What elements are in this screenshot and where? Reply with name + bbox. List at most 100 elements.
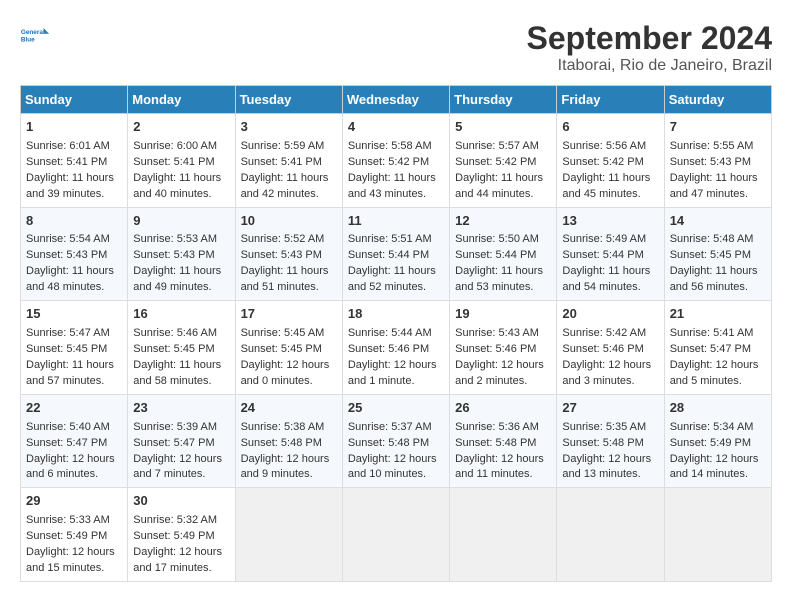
month-title: September 2024 <box>527 20 772 57</box>
col-sunday: Sunday <box>21 86 128 114</box>
sunrise-text: Sunrise: 5:58 AM <box>348 140 432 152</box>
sunset-text: Sunset: 5:46 PM <box>562 343 643 355</box>
sunrise-text: Sunrise: 6:01 AM <box>26 140 110 152</box>
daylight-text: Daylight: 12 hours and 13 minutes. <box>562 453 651 481</box>
sunset-text: Sunset: 5:49 PM <box>26 530 107 542</box>
daylight-text: Daylight: 11 hours and 58 minutes. <box>133 359 221 387</box>
sunset-text: Sunset: 5:48 PM <box>241 437 322 449</box>
calendar-cell: 3Sunrise: 5:59 AMSunset: 5:41 PMDaylight… <box>235 114 342 208</box>
calendar-cell: 16Sunrise: 5:46 AMSunset: 5:45 PMDayligh… <box>128 301 235 395</box>
sunset-text: Sunset: 5:43 PM <box>133 249 214 261</box>
sunset-text: Sunset: 5:44 PM <box>348 249 429 261</box>
sunset-text: Sunset: 5:42 PM <box>455 156 536 168</box>
sunset-text: Sunset: 5:45 PM <box>26 343 107 355</box>
day-number: 28 <box>670 399 766 418</box>
day-number: 4 <box>348 118 444 137</box>
calendar-cell: 19Sunrise: 5:43 AMSunset: 5:46 PMDayligh… <box>450 301 557 395</box>
col-saturday: Saturday <box>664 86 771 114</box>
daylight-text: Daylight: 11 hours and 43 minutes. <box>348 172 436 200</box>
sunrise-text: Sunrise: 5:49 AM <box>562 233 646 245</box>
day-number: 27 <box>562 399 658 418</box>
sunset-text: Sunset: 5:47 PM <box>26 437 107 449</box>
sunrise-text: Sunrise: 5:51 AM <box>348 233 432 245</box>
daylight-text: Daylight: 12 hours and 6 minutes. <box>26 453 115 481</box>
calendar-week-row: 22 Sunrise: 5:40 AM Sunset: 5:47 PM Dayligh… <box>21 394 772 488</box>
calendar-cell: 2Sunrise: 6:00 AMSunset: 5:41 PMDaylight… <box>128 114 235 208</box>
calendar-table: Sunday Monday Tuesday Wednesday Thursday… <box>20 85 772 582</box>
day-number: 24 <box>241 399 337 418</box>
daylight-text: Daylight: 12 hours and 14 minutes. <box>670 453 759 481</box>
day-number: 3 <box>241 118 337 137</box>
logo: GeneralBlue <box>20 20 50 50</box>
sunset-text: Sunset: 5:46 PM <box>348 343 429 355</box>
daylight-text: Daylight: 12 hours and 0 minutes. <box>241 359 330 387</box>
sunrise-text: Sunrise: 5:56 AM <box>562 140 646 152</box>
day-number: 23 <box>133 399 229 418</box>
sunrise-text: Sunrise: 5:52 AM <box>241 233 325 245</box>
calendar-cell: 7Sunrise: 5:55 AMSunset: 5:43 PMDaylight… <box>664 114 771 208</box>
day-number: 20 <box>562 305 658 324</box>
calendar-cell: 11Sunrise: 5:51 AMSunset: 5:44 PMDayligh… <box>342 207 449 301</box>
sunrise-text: Sunrise: 5:39 AM <box>133 421 217 433</box>
day-number: 6 <box>562 118 658 137</box>
day-number: 12 <box>455 212 551 231</box>
sunrise-text: Sunrise: 5:36 AM <box>455 421 539 433</box>
sunrise-text: Sunrise: 5:35 AM <box>562 421 646 433</box>
sunrise-text: Sunrise: 5:57 AM <box>455 140 539 152</box>
day-number: 17 <box>241 305 337 324</box>
sunrise-text: Sunrise: 5:50 AM <box>455 233 539 245</box>
calendar-cell: 18Sunrise: 5:44 AMSunset: 5:46 PMDayligh… <box>342 301 449 395</box>
col-tuesday: Tuesday <box>235 86 342 114</box>
sunset-text: Sunset: 5:41 PM <box>26 156 107 168</box>
calendar-cell: 8Sunrise: 5:54 AMSunset: 5:43 PMDaylight… <box>21 207 128 301</box>
day-number: 14 <box>670 212 766 231</box>
sunrise-text: Sunrise: 5:46 AM <box>133 327 217 339</box>
sunset-text: Sunset: 5:43 PM <box>670 156 751 168</box>
sunrise-text: Sunrise: 5:40 AM <box>26 421 110 433</box>
sunset-text: Sunset: 5:48 PM <box>348 437 429 449</box>
sunrise-text: Sunrise: 5:42 AM <box>562 327 646 339</box>
day-number: 19 <box>455 305 551 324</box>
calendar-cell: 21Sunrise: 5:41 AMSunset: 5:47 PMDayligh… <box>664 301 771 395</box>
day-number: 29 <box>26 492 122 511</box>
calendar-cell <box>450 488 557 582</box>
calendar-cell: 6Sunrise: 5:56 AMSunset: 5:42 PMDaylight… <box>557 114 664 208</box>
calendar-cell: 24Sunrise: 5:38 AMSunset: 5:48 PMDayligh… <box>235 394 342 488</box>
day-number: 11 <box>348 212 444 231</box>
sunset-text: Sunset: 5:47 PM <box>133 437 214 449</box>
daylight-text: Daylight: 11 hours and 57 minutes. <box>26 359 114 387</box>
sunset-text: Sunset: 5:46 PM <box>455 343 536 355</box>
calendar-cell: 26Sunrise: 5:36 AMSunset: 5:48 PMDayligh… <box>450 394 557 488</box>
sunrise-text: Sunrise: 5:55 AM <box>670 140 754 152</box>
day-number: 16 <box>133 305 229 324</box>
svg-text:General: General <box>21 29 45 36</box>
daylight-text: Daylight: 11 hours and 49 minutes. <box>133 265 221 293</box>
calendar-week-row: 1Sunrise: 6:01 AMSunset: 5:41 PMDaylight… <box>21 114 772 208</box>
sunrise-text: Sunrise: 6:00 AM <box>133 140 217 152</box>
calendar-cell: 17Sunrise: 5:45 AMSunset: 5:45 PMDayligh… <box>235 301 342 395</box>
daylight-text: Daylight: 11 hours and 54 minutes. <box>562 265 650 293</box>
daylight-text: Daylight: 11 hours and 47 minutes. <box>670 172 758 200</box>
day-number: 22 <box>26 399 122 418</box>
daylight-text: Daylight: 12 hours and 3 minutes. <box>562 359 651 387</box>
sunset-text: Sunset: 5:45 PM <box>241 343 322 355</box>
calendar-cell: 5Sunrise: 5:57 AMSunset: 5:42 PMDaylight… <box>450 114 557 208</box>
sunset-text: Sunset: 5:49 PM <box>670 437 751 449</box>
calendar-cell <box>664 488 771 582</box>
daylight-text: Daylight: 12 hours and 7 minutes. <box>133 453 222 481</box>
sunrise-text: Sunrise: 5:32 AM <box>133 514 217 526</box>
calendar-cell: 22 Sunrise: 5:40 AM Sunset: 5:47 PM Dayligh… <box>21 394 128 488</box>
col-friday: Friday <box>557 86 664 114</box>
day-number: 8 <box>26 212 122 231</box>
page-header: GeneralBlue September 2024 Itaborai, Rio… <box>20 20 772 75</box>
calendar-cell: 4Sunrise: 5:58 AMSunset: 5:42 PMDaylight… <box>342 114 449 208</box>
daylight-text: Daylight: 12 hours and 1 minute. <box>348 359 437 387</box>
sunset-text: Sunset: 5:48 PM <box>455 437 536 449</box>
calendar-cell: 10Sunrise: 5:52 AMSunset: 5:43 PMDayligh… <box>235 207 342 301</box>
sunrise-text: Sunrise: 5:34 AM <box>670 421 754 433</box>
sunrise-text: Sunrise: 5:37 AM <box>348 421 432 433</box>
calendar-cell: 23 Sunrise: 5:39 AM Sunset: 5:47 PM Dayligh… <box>128 394 235 488</box>
daylight-text: Daylight: 11 hours and 56 minutes. <box>670 265 758 293</box>
calendar-cell: 27Sunrise: 5:35 AMSunset: 5:48 PMDayligh… <box>557 394 664 488</box>
calendar-cell <box>342 488 449 582</box>
